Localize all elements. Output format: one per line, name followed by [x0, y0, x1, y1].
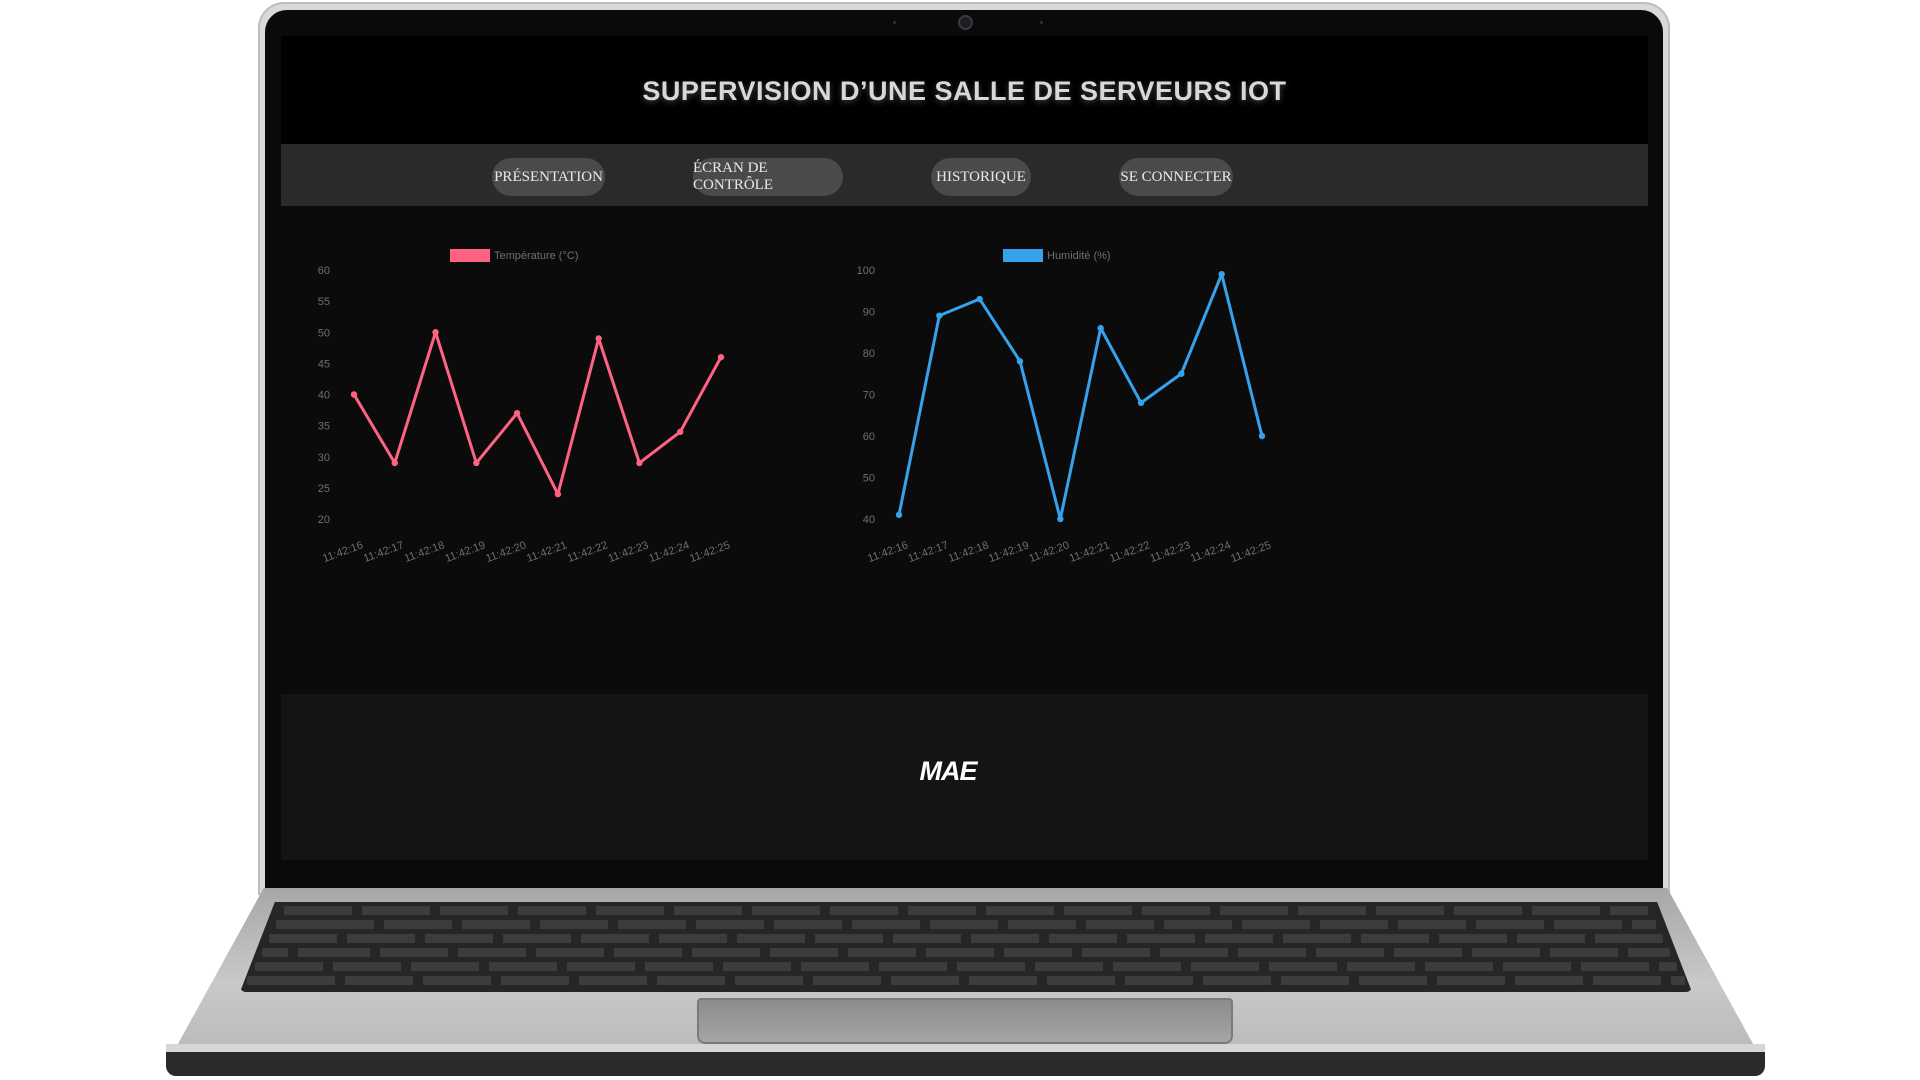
- mae-logo: MAE: [920, 756, 980, 784]
- y-tick-label: 70: [863, 390, 875, 402]
- legend-swatch: [450, 249, 490, 262]
- keyboard: [240, 902, 1692, 992]
- x-tick-label: 11:42:24: [647, 539, 691, 565]
- x-tick-label: 11:42:17: [362, 539, 406, 565]
- y-tick-label: 45: [318, 358, 330, 370]
- humidity-chart: Humidité (%)40506070809010011:42:1611:42…: [857, 249, 1273, 565]
- data-point: [1097, 324, 1104, 332]
- data-point: [1258, 432, 1266, 440]
- y-tick-label: 55: [318, 296, 330, 308]
- data-point: [1016, 358, 1024, 365]
- x-tick-label: 11:42:18: [947, 539, 991, 565]
- x-tick-label: 11:42:19: [987, 539, 1031, 565]
- nav-history-button[interactable]: HISTORIQUE: [931, 158, 1031, 196]
- x-tick-label: 11:42:21: [1068, 539, 1112, 565]
- data-point: [1057, 515, 1064, 523]
- sensor-dot: [893, 21, 896, 24]
- x-tick-label: 11:42:22: [566, 539, 610, 565]
- data-point: [350, 391, 358, 398]
- logo-text: MAE: [920, 756, 979, 784]
- data-point: [895, 511, 903, 519]
- x-tick-label: 11:42:23: [607, 539, 651, 565]
- y-tick-label: 35: [318, 421, 330, 433]
- data-point: [513, 409, 521, 417]
- laptop-screen: SUPERVISION D’UNE SALLE DE SERVEURS IOT …: [281, 36, 1648, 860]
- legend-label: Humidité (%): [1047, 250, 1111, 262]
- x-tick-label: 11:42:17: [907, 539, 951, 565]
- y-tick-label: 80: [863, 348, 875, 360]
- main-nav: PRÉSENTATION ÉCRAN DE CONTRÔLE HISTORIQU…: [281, 144, 1648, 206]
- x-tick-label: 11:42:25: [688, 539, 732, 565]
- y-tick-label: 25: [318, 483, 330, 495]
- y-tick-label: 60: [318, 265, 330, 277]
- y-tick-label: 30: [318, 452, 330, 464]
- page-title: SUPERVISION D’UNE SALLE DE SERVEURS IOT: [642, 76, 1287, 106]
- data-point: [717, 353, 725, 361]
- data-point: [936, 312, 943, 319]
- nav-control-screen-button[interactable]: ÉCRAN DE CONTRÔLE: [693, 158, 843, 196]
- x-tick-label: 11:42:22: [1108, 539, 1152, 565]
- charts-panel: Température (°C) 20 25 30 35 40 45 50 55 60 11:42:…: [281, 206, 1648, 694]
- nav-login-button[interactable]: SE CONNECTER: [1119, 158, 1233, 196]
- site-header: SUPERVISION D’UNE SALLE DE SERVEURS IOT: [281, 36, 1648, 144]
- data-point: [976, 295, 983, 303]
- legend-swatch: [1003, 249, 1043, 262]
- x-tick-label: 11:42:16: [321, 539, 365, 565]
- y-tick-label: 60: [863, 431, 875, 443]
- data-point: [1178, 370, 1185, 377]
- sensor-dot: [1040, 21, 1043, 24]
- x-tick-label: 11:42:21: [525, 539, 569, 565]
- y-tick-label: 50: [318, 327, 330, 339]
- data-point: [636, 459, 643, 467]
- y-tick-label: 40: [863, 514, 875, 526]
- data-point: [677, 428, 684, 436]
- x-tick-label: 11:42:19: [444, 539, 488, 565]
- data-point: [1218, 270, 1225, 278]
- data-point: [595, 335, 602, 342]
- x-tick-label: 11:42:20: [1028, 539, 1072, 565]
- data-point: [1137, 399, 1145, 406]
- data-point: [432, 329, 439, 336]
- y-tick-label: 40: [318, 390, 330, 402]
- series-line: [897, 272, 1264, 521]
- laptop-base-bottom: [166, 1052, 1765, 1076]
- series-line: [352, 330, 723, 496]
- y-tick-label: 90: [863, 307, 875, 319]
- y-tick-label: 50: [863, 473, 875, 485]
- x-tick-label: 11:42:24: [1189, 539, 1233, 565]
- data-point: [554, 490, 562, 498]
- x-tick-label: 11:42:18: [403, 539, 447, 565]
- legend-label: Température (°C): [494, 250, 578, 262]
- x-tick-label: 11:42:25: [1229, 539, 1273, 565]
- data-point: [473, 459, 480, 467]
- y-tick-label: 100: [857, 265, 875, 277]
- x-tick-label: 11:42:23: [1149, 539, 1193, 565]
- webcam-icon: [958, 15, 973, 30]
- y-tick-label: 20: [318, 514, 330, 526]
- nav-presentation-button[interactable]: PRÉSENTATION: [492, 158, 605, 196]
- touchpad[interactable]: [697, 998, 1233, 1044]
- x-tick-label: 11:42:16: [866, 539, 910, 565]
- x-tick-label: 11:42:20: [484, 539, 528, 565]
- data-point: [391, 459, 398, 467]
